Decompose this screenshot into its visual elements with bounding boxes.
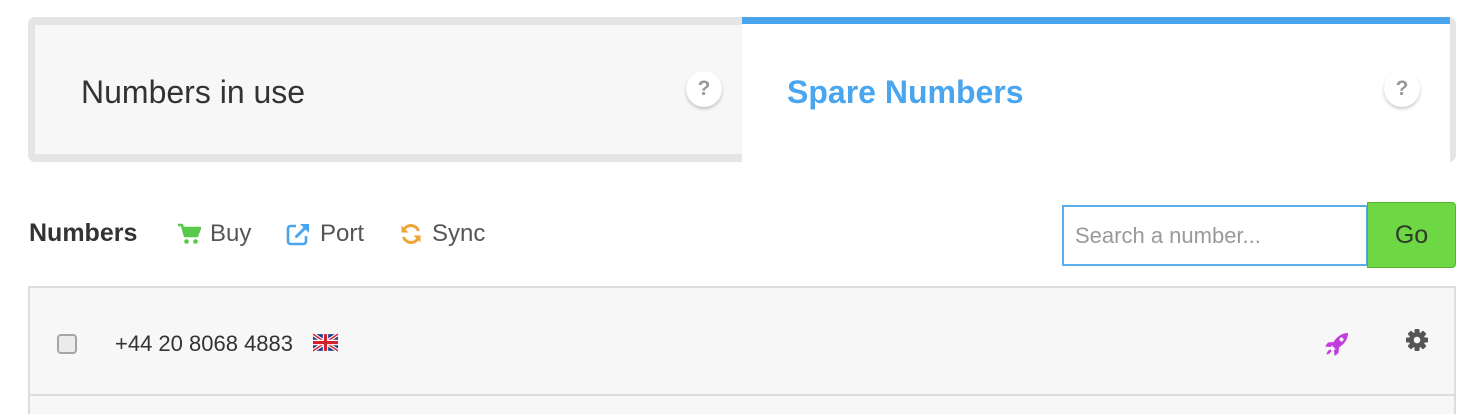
list-item[interactable]: +44 20 8068 4883 (30, 288, 1454, 396)
gear-icon[interactable] (1405, 328, 1429, 352)
tab-spare-numbers[interactable]: Spare Numbers ? (742, 17, 1450, 162)
tab-numbers-in-use-label: Numbers in use (81, 74, 306, 110)
sync-button[interactable]: Sync (399, 218, 485, 250)
go-button[interactable]: Go (1367, 202, 1456, 268)
buy-button[interactable]: Buy (177, 218, 251, 250)
numbers-list: +44 20 8068 4883 (28, 286, 1456, 414)
help-icon[interactable]: ? (1384, 71, 1420, 107)
phone-number: +44 20 8068 4883 (115, 331, 294, 356)
row-checkbox[interactable] (57, 334, 77, 354)
help-icon[interactable]: ? (686, 71, 722, 107)
external-link-icon (286, 224, 309, 246)
port-label: Port (320, 220, 365, 247)
uk-flag-icon (313, 333, 338, 352)
port-button[interactable]: Port (286, 218, 364, 250)
sync-icon (401, 224, 421, 244)
buy-label: Buy (210, 220, 252, 247)
number-tabs: Numbers in use ? Spare Numbers ? (28, 17, 1456, 162)
search-input[interactable] (1062, 205, 1368, 266)
tab-spare-numbers-label: Spare Numbers (787, 74, 1024, 110)
sync-label: Sync (432, 220, 486, 247)
cart-icon (178, 223, 201, 244)
numbers-heading: Numbers (29, 219, 138, 247)
tab-numbers-in-use[interactable]: Numbers in use ? (35, 25, 742, 154)
rocket-icon[interactable] (1323, 330, 1351, 358)
